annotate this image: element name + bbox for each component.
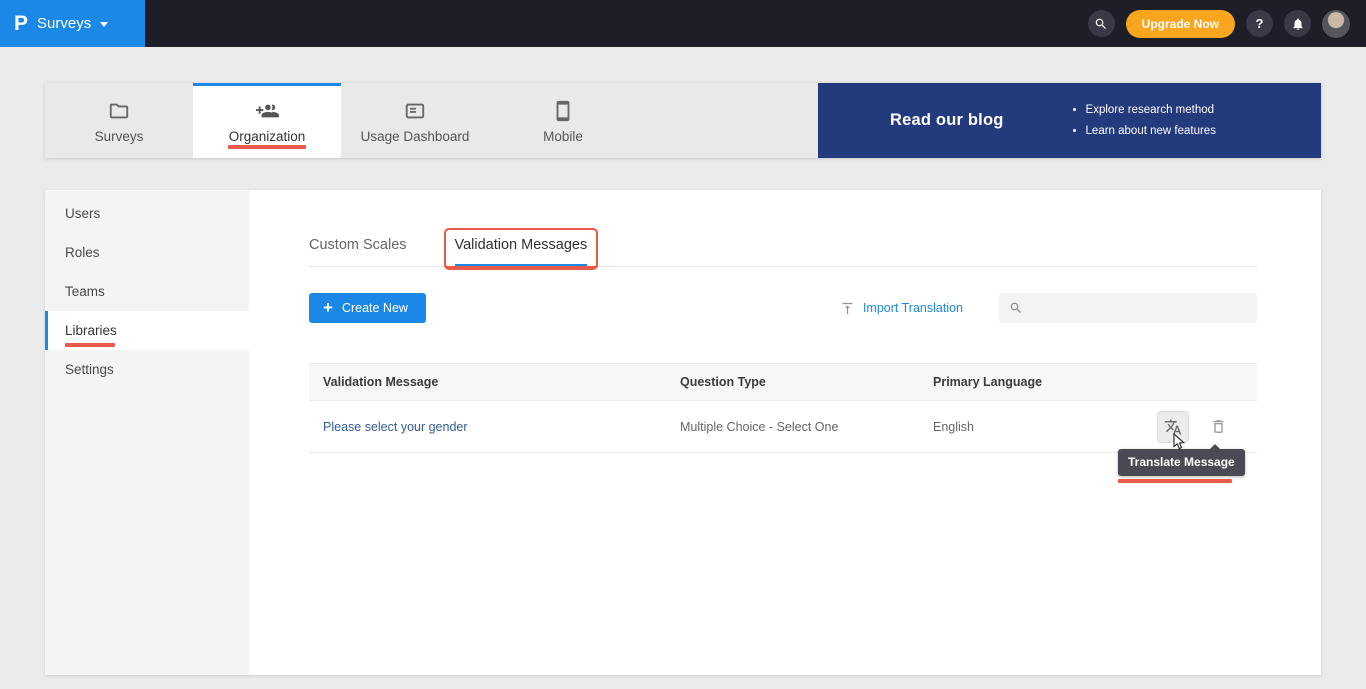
search-icon (1009, 301, 1023, 315)
tab-label: Mobile (543, 129, 583, 144)
dashboard-card-icon (404, 100, 426, 122)
notifications-button[interactable] (1284, 10, 1311, 37)
folder-icon (108, 100, 130, 122)
questionpro-logo-icon: P (14, 13, 28, 34)
topbar: P Surveys Upgrade Now ? (0, 0, 1366, 47)
tab-usage-dashboard[interactable]: Usage Dashboard (341, 83, 489, 158)
blog-bullet: Learn about new features (1086, 121, 1216, 142)
header-validation-message: Validation Message (309, 364, 666, 401)
blog-promo-panel[interactable]: Read our blog Explore research method Le… (818, 83, 1321, 158)
annotation-underline-organization (228, 145, 306, 149)
table-row: Please select your gender Multiple Choic… (309, 401, 1257, 453)
translate-icon (1164, 418, 1182, 436)
upgrade-button[interactable]: Upgrade Now (1126, 10, 1235, 38)
trash-icon (1210, 418, 1227, 435)
module-nav-band: Surveys Organization Usage Dashboard Mob… (45, 83, 1321, 158)
search-input[interactable] (1031, 301, 1247, 315)
cell-primary-language: English (919, 401, 1119, 453)
tab-label: Custom Scales (309, 237, 407, 253)
sidebar-item-label: Teams (65, 284, 105, 299)
product-name: Surveys (37, 15, 91, 32)
group-add-icon (255, 100, 279, 122)
table-search[interactable] (999, 293, 1257, 323)
chevron-down-icon (100, 22, 108, 27)
tab-organization[interactable]: Organization (193, 83, 341, 158)
product-switcher[interactable]: P Surveys (0, 0, 145, 47)
tab-label: Usage Dashboard (361, 129, 470, 144)
create-new-label: Create New (342, 301, 408, 315)
search-icon (1094, 17, 1108, 31)
plus-icon: + (323, 298, 333, 318)
sidebar-item-roles[interactable]: Roles (45, 233, 249, 272)
tab-mobile[interactable]: Mobile (489, 83, 637, 158)
header-actions (1119, 364, 1257, 401)
toolbar: + Create New Import Translation (309, 293, 1257, 323)
module-tabs: Surveys Organization Usage Dashboard Mob… (45, 83, 637, 158)
libraries-content: Custom Scales Validation Messages + Crea… (249, 190, 1321, 675)
blog-bullet: Explore research method (1086, 100, 1216, 121)
user-avatar[interactable] (1322, 10, 1350, 38)
search-button[interactable] (1088, 10, 1115, 37)
validation-message-link[interactable]: Please select your gender (323, 420, 468, 434)
tab-custom-scales[interactable]: Custom Scales (309, 237, 407, 266)
help-button[interactable]: ? (1246, 10, 1273, 37)
sidebar-item-label: Settings (65, 362, 114, 377)
blog-title: Read our blog (890, 111, 1004, 130)
import-translation-label: Import Translation (863, 301, 963, 315)
tab-label: Surveys (95, 129, 144, 144)
toolbar-right: Import Translation (840, 293, 1257, 323)
smartphone-icon (552, 100, 574, 122)
cell-actions (1119, 401, 1257, 453)
header-question-type: Question Type (666, 364, 919, 401)
tab-label: Organization (229, 129, 306, 144)
bell-icon (1291, 17, 1305, 31)
question-mark-icon: ? (1256, 16, 1264, 31)
translate-message-button[interactable] (1158, 412, 1188, 442)
cell-question-type: Multiple Choice - Select One (666, 401, 919, 453)
import-icon (840, 301, 855, 316)
sidebar-item-label: Roles (65, 245, 100, 260)
topbar-actions: Upgrade Now ? (1088, 10, 1366, 38)
sidebar-item-label: Libraries (65, 323, 117, 338)
sidebar-item-settings[interactable]: Settings (45, 350, 249, 389)
blog-bullet-list: Explore research method Learn about new … (1070, 100, 1216, 142)
validation-messages-table: Validation Message Question Type Primary… (309, 363, 1257, 453)
sidebar-item-libraries[interactable]: Libraries (45, 311, 249, 350)
tab-surveys[interactable]: Surveys (45, 83, 193, 158)
sidebar-item-teams[interactable]: Teams (45, 272, 249, 311)
tab-validation-messages[interactable]: Validation Messages (455, 237, 588, 266)
translate-tooltip: Translate Message (1118, 449, 1245, 476)
annotation-underline-libraries (65, 343, 115, 347)
cell-validation-message: Please select your gender (309, 401, 666, 453)
create-new-button[interactable]: + Create New (309, 293, 426, 323)
table-header-row: Validation Message Question Type Primary… (309, 364, 1257, 401)
header-primary-language: Primary Language (919, 364, 1119, 401)
organization-sidebar: Users Roles Teams Libraries Settings (45, 190, 249, 675)
sidebar-item-label: Users (65, 206, 100, 221)
annotation-underline-tooltip (1118, 479, 1232, 483)
tab-label: Validation Messages (455, 237, 588, 253)
sidebar-item-users[interactable]: Users (45, 194, 249, 233)
import-translation-link[interactable]: Import Translation (840, 301, 963, 316)
main-panel: Users Roles Teams Libraries Settings Cus… (45, 190, 1321, 675)
delete-message-button[interactable] (1203, 412, 1233, 442)
library-tabs: Custom Scales Validation Messages (309, 226, 1257, 267)
